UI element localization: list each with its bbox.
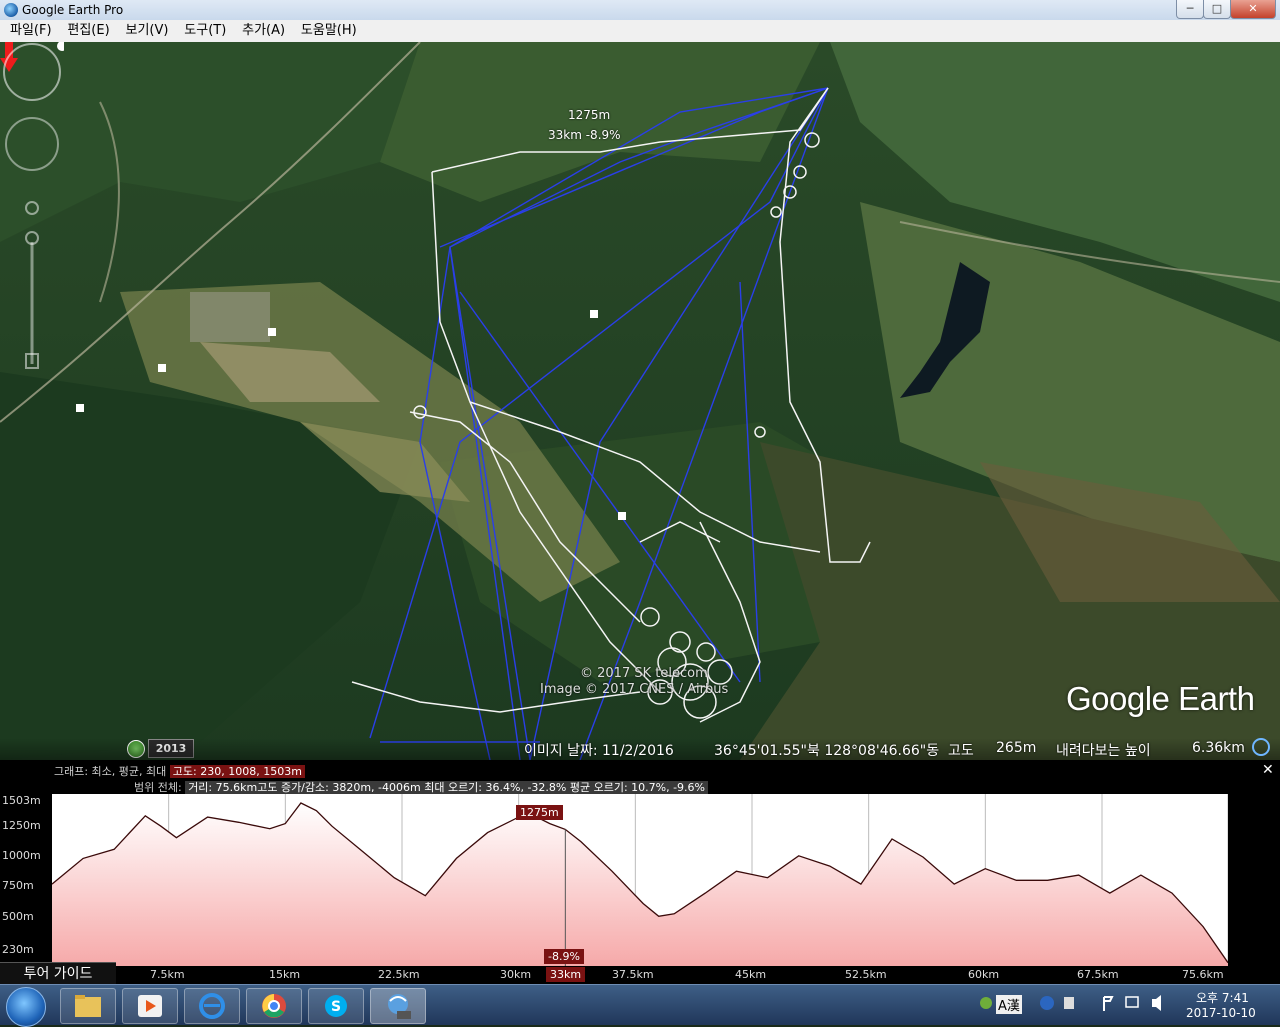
elevation-chart[interactable] — [52, 794, 1228, 966]
x-tick-label: 75.6km — [1182, 968, 1224, 981]
menu-bar: 파일(F) 편집(E) 보기(V) 도구(T) 추가(A) 도움말(H) — [0, 20, 1280, 43]
google-earth-logo: Google Earth — [1066, 680, 1255, 717]
elevation-value: 265m — [996, 740, 1037, 756]
taskbar-google-earth-pro[interactable] — [370, 988, 426, 1024]
coordinates: 36°45'01.55"북 128°08'46.66"동 — [714, 743, 940, 759]
x-tick-label: 37.5km — [612, 968, 654, 981]
marker-altitude-label: 1275m — [568, 108, 611, 122]
elevation-profile-panel: 그래프: 최소, 평균, 최대 고도: 230, 1008, 1503m 범위 … — [0, 760, 1280, 984]
marker-distance-label: 33km -8.9% — [548, 128, 621, 142]
street-view-icon[interactable] — [25, 201, 39, 215]
close-profile-button[interactable]: ✕ — [1262, 762, 1274, 778]
move-joystick[interactable] — [5, 117, 59, 171]
network-icon[interactable] — [1125, 996, 1139, 1008]
folder-icon — [75, 995, 101, 1017]
clock-time[interactable]: 오후 7:41 — [1196, 989, 1249, 1006]
help-icon[interactable] — [1040, 996, 1054, 1010]
eye-altitude-label: 내려다보는 높이 — [1056, 743, 1151, 759]
streaming-indicator-icon — [1252, 738, 1270, 756]
action-center-flag-icon[interactable] — [1103, 996, 1114, 1011]
image-date: 이미지 날짜: 11/2/2016 — [524, 743, 674, 759]
ime-settings-icon[interactable] — [1064, 997, 1074, 1009]
x-tick-label: 22.5km — [378, 968, 420, 981]
y-tick-label: 500m — [2, 910, 34, 923]
earth-3d-view[interactable]: 1275m 33km -8.9% © 2017 SK telecom Image… — [0, 42, 1280, 760]
eye-altitude-value: 6.36km — [1192, 740, 1245, 756]
menu-view[interactable]: 보기(V) — [119, 20, 174, 42]
clock-date[interactable]: 2017-10-10 — [1186, 1006, 1256, 1020]
navigation-controls[interactable] — [0, 42, 64, 382]
cursor-slope-label: -8.9% — [544, 949, 584, 964]
menu-edit[interactable]: 편집(E) — [61, 20, 115, 42]
menu-help[interactable]: 도움말(H) — [295, 20, 363, 42]
svg-text:S: S — [331, 999, 341, 1015]
y-tick-label: 1503m — [2, 794, 41, 807]
x-tick-label: 67.5km — [1077, 968, 1119, 981]
x-tick-label: 60km — [968, 968, 1000, 981]
close-button[interactable]: ✕ — [1230, 0, 1276, 19]
language-icon[interactable] — [980, 997, 992, 1009]
copyright-sk: © 2017 SK telecom — [580, 666, 708, 681]
range-label: 범위 전체: — [134, 781, 182, 794]
menu-tools[interactable]: 도구(T) — [178, 20, 232, 42]
chrome-icon — [262, 994, 286, 1018]
internet-explorer-icon — [199, 993, 225, 1019]
x-tick-label: 7.5km — [150, 968, 185, 981]
graph-summary-label: 그래프: 최소, 평균, 최대 — [54, 765, 167, 778]
copyright-cnes: Image © 2017 CNES / Airbus — [540, 682, 729, 697]
x-tick-label: 52.5km — [845, 968, 887, 981]
status-bar: 이미지 날짜: 11/2/2016 36°45'01.55"북 128°08'4… — [0, 738, 1280, 760]
taskbar-skype[interactable]: S — [308, 988, 364, 1024]
cursor-altitude-label: 1275m — [516, 805, 563, 820]
volume-icon[interactable] — [1152, 995, 1161, 1011]
y-tick-label: 1250m — [2, 819, 41, 832]
x-tick-label: 15km — [269, 968, 301, 981]
elevation-label: 고도 — [948, 743, 974, 759]
maximize-button[interactable]: □ — [1203, 0, 1231, 19]
range-values: 거리: 75.6km고도 증가/감소: 3820m, -4006m 최대 오르기… — [185, 781, 709, 794]
google-earth-app-icon — [4, 3, 18, 17]
menu-file[interactable]: 파일(F) — [4, 20, 58, 42]
taskbar-internet-explorer[interactable] — [184, 988, 240, 1024]
satellite-terrain — [0, 42, 1280, 760]
windows-taskbar: S A漢 오후 7:41 2017-10-10 — [0, 984, 1280, 1027]
graph-summary-values: 고도: 230, 1008, 1503m — [169, 765, 305, 778]
taskbar-file-explorer[interactable] — [60, 988, 116, 1024]
google-earth-pro-icon — [388, 994, 411, 1019]
minimize-button[interactable]: ─ — [1176, 0, 1204, 19]
menu-add[interactable]: 추가(A) — [236, 20, 291, 42]
start-button[interactable] — [6, 987, 46, 1027]
x-tick-label: 30km — [500, 968, 532, 981]
y-tick-label: 230m — [2, 943, 34, 956]
window-title: Google Earth Pro — [22, 3, 124, 17]
y-tick-label: 1000m — [2, 849, 41, 862]
look-joystick[interactable] — [3, 43, 61, 101]
ime-mode-indicator[interactable]: A漢 — [996, 995, 1022, 1014]
y-tick-label: 750m — [2, 879, 34, 892]
taskbar-chrome[interactable] — [246, 988, 302, 1024]
taskbar-media-player[interactable] — [122, 988, 178, 1024]
tour-guide-button[interactable]: 투어 가이드 — [0, 962, 116, 985]
skype-icon: S — [325, 995, 347, 1017]
cursor-distance-label: 33km — [546, 967, 586, 982]
x-tick-label: 45km — [735, 968, 767, 981]
north-up-icon[interactable] — [57, 42, 64, 51]
title-bar[interactable]: Google Earth Pro ─ □ ✕ — [0, 0, 1280, 21]
media-player-icon — [138, 995, 162, 1017]
